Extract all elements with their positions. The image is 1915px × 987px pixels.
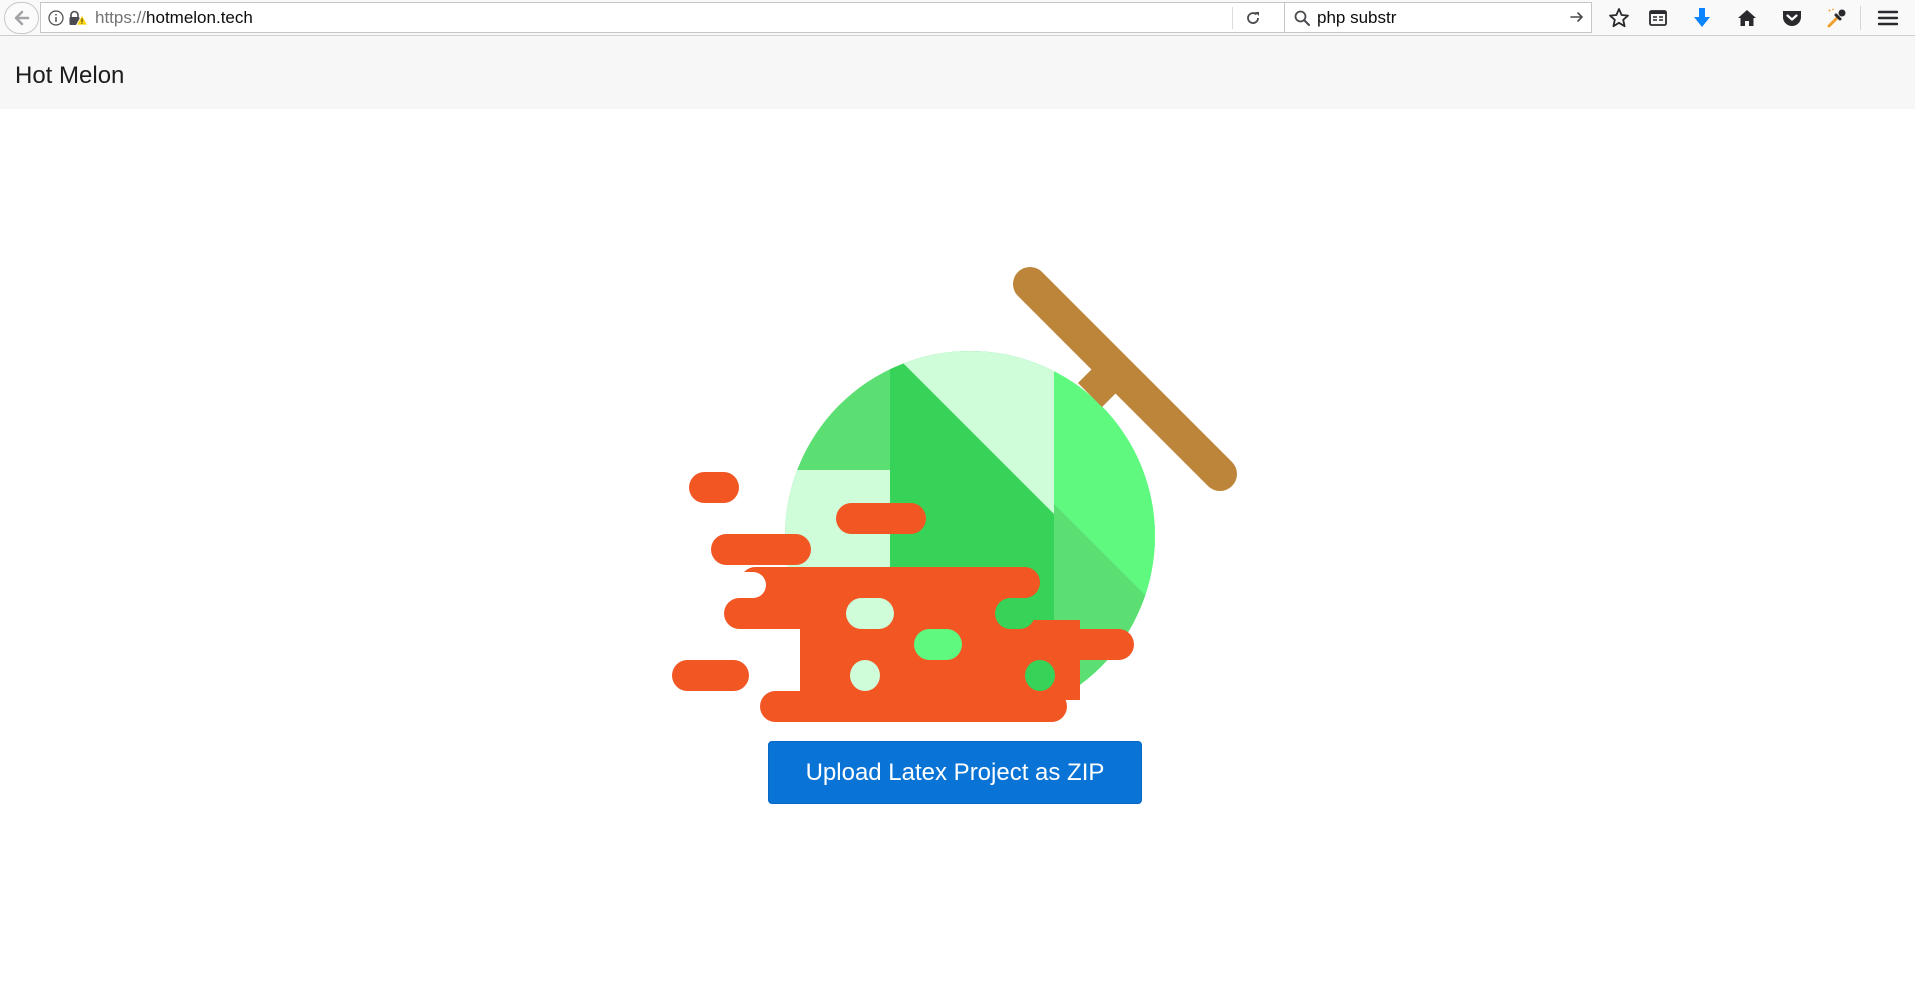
reload-button[interactable] (1241, 7, 1265, 29)
bookmark-star-icon (1609, 8, 1629, 28)
search-bar[interactable] (1284, 2, 1592, 33)
url-separator (1232, 7, 1233, 29)
toolbar-divider (1860, 6, 1861, 30)
home-button[interactable] (1735, 6, 1759, 30)
reload-icon (1247, 12, 1259, 24)
reading-list-button[interactable] (1646, 6, 1670, 30)
menu-button[interactable] (1876, 6, 1900, 30)
info-icon[interactable] (48, 9, 64, 26)
search-input[interactable] (1317, 7, 1557, 28)
url-text[interactable]: https://hotmelon.tech (95, 8, 253, 28)
upload-zip-button[interactable]: Upload Latex Project as ZIP (768, 741, 1142, 804)
pocket-button[interactable] (1780, 6, 1804, 30)
url-protocol: https:// (95, 7, 147, 27)
brand-link[interactable]: Hot Melon (15, 62, 124, 90)
dropper-button[interactable] (1825, 6, 1849, 30)
back-arrow-icon (14, 10, 29, 26)
url-host: hotmelon.tech (146, 7, 253, 27)
insecure-lock-icon[interactable] (68, 10, 88, 26)
back-button[interactable] (4, 2, 39, 34)
bookmark-button[interactable] (1607, 6, 1631, 30)
dropper-icon (1827, 8, 1846, 28)
url-bar[interactable]: https://hotmelon.tech (40, 2, 1305, 33)
hamburger-menu-icon (1877, 10, 1899, 26)
browser-toolbar: https://hotmelon.tech (0, 0, 1915, 36)
home-icon (1738, 10, 1756, 26)
reading-list-icon (1649, 10, 1667, 26)
site-navbar: Hot Melon (0, 36, 1915, 109)
pocket-icon (1783, 11, 1801, 26)
melon-splat-logo (672, 267, 1237, 722)
download-icon (1694, 8, 1710, 27)
downloads-button[interactable] (1690, 6, 1714, 30)
go-arrow-icon[interactable] (1569, 9, 1585, 25)
search-icon (1294, 10, 1310, 26)
